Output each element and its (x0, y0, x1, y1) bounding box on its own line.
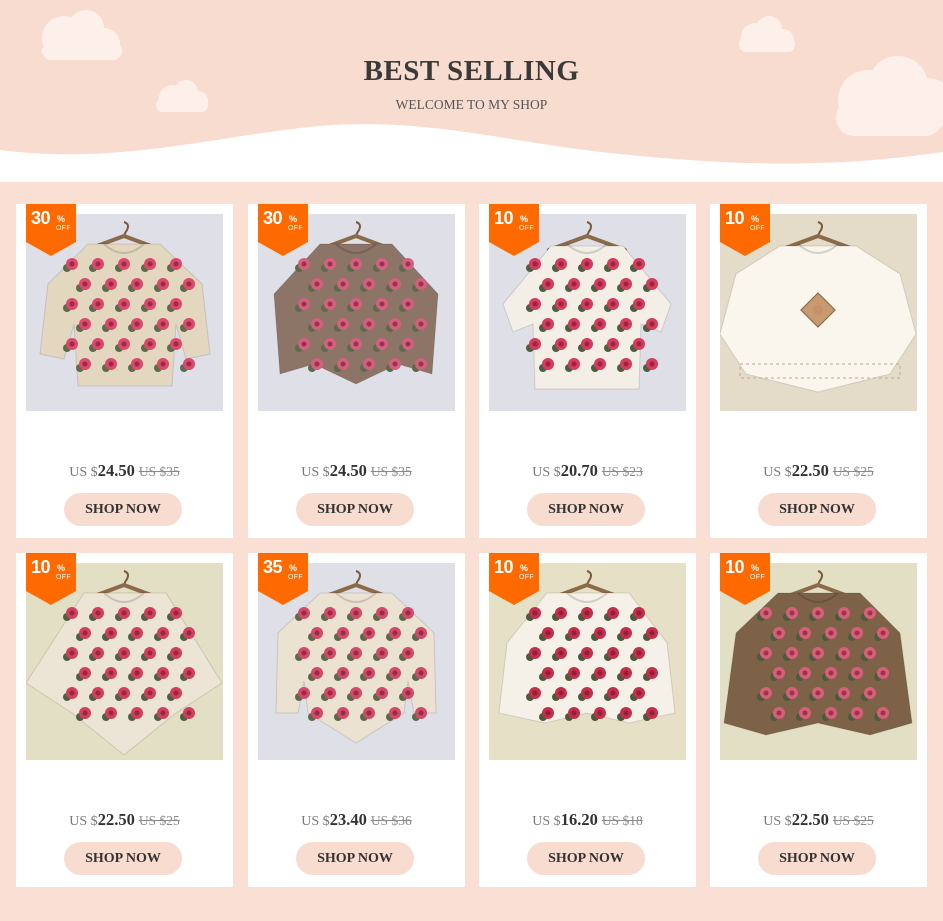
discount-value: 30 (31, 208, 51, 228)
currency-label: US $ (532, 814, 561, 829)
original-price: US $23 (601, 464, 643, 479)
product-card[interactable]: 30% OFF US $24.50 US $35 SHOP NOW (248, 204, 465, 538)
discount-percent-sign: % (751, 563, 760, 573)
product-card[interactable]: 10% OFF US $20.70 US $23 SHOP NOW (479, 204, 696, 538)
discount-percent-sign: % (751, 214, 760, 224)
price-row: US $22.50 US $25 (710, 810, 927, 830)
discount-badge: 35% OFF (258, 553, 308, 605)
sale-price: 24.50 (329, 461, 367, 480)
product-card[interactable]: 10% OFF US $16.20 US $18 SHOP NOW (479, 553, 696, 887)
discount-off-label: OFF (750, 574, 765, 581)
product-card[interactable]: 30% OFF US $24.50 US $35 SHOP NOW (16, 204, 233, 538)
sale-price: 22.50 (791, 461, 829, 480)
sale-price: 24.50 (97, 461, 135, 480)
price-row: US $24.50 US $35 (16, 461, 233, 481)
shop-now-button[interactable]: SHOP NOW (296, 493, 414, 526)
discount-value: 35 (263, 557, 283, 577)
shop-now-button[interactable]: SHOP NOW (527, 493, 645, 526)
price-row: US $16.20 US $18 (479, 810, 696, 830)
sale-price: 23.40 (329, 810, 367, 829)
price-row: US $20.70 US $23 (479, 461, 696, 481)
price-row: US $23.40 US $36 (248, 810, 465, 830)
discount-off-label: OFF (288, 574, 303, 581)
discount-off-label: OFF (750, 225, 765, 232)
currency-label: US $ (763, 465, 792, 480)
shop-now-button[interactable]: SHOP NOW (64, 493, 182, 526)
price-row: US $22.50 US $25 (16, 810, 233, 830)
discount-off-label: OFF (56, 225, 71, 232)
discount-badge: 30% OFF (258, 204, 308, 256)
discount-percent-sign: % (520, 214, 529, 224)
discount-value: 10 (494, 208, 514, 228)
discount-badge: 10% OFF (26, 553, 76, 605)
product-card[interactable]: 35% OFF US $23.40 US $36 SHOP NOW (248, 553, 465, 887)
product-grid: 30% OFF US $24.50 US $35 SHOP NOW 30% OFF US $2… (0, 0, 943, 921)
original-price: US $25 (832, 813, 874, 828)
discount-off-label: OFF (56, 574, 71, 581)
original-price: US $25 (832, 464, 874, 479)
discount-off-label: OFF (519, 574, 534, 581)
price-row: US $22.50 US $25 (710, 461, 927, 481)
currency-label: US $ (69, 814, 98, 829)
discount-off-label: OFF (519, 225, 534, 232)
shop-now-button[interactable]: SHOP NOW (64, 842, 182, 875)
sale-price: 20.70 (560, 461, 598, 480)
shop-now-button[interactable]: SHOP NOW (527, 842, 645, 875)
currency-label: US $ (69, 465, 98, 480)
discount-value: 10 (31, 557, 51, 577)
discount-value: 30 (263, 208, 283, 228)
price-row: US $24.50 US $35 (248, 461, 465, 481)
discount-badge: 10% OFF (720, 204, 770, 256)
discount-value: 10 (725, 208, 745, 228)
discount-percent-sign: % (57, 563, 66, 573)
shop-now-button[interactable]: SHOP NOW (296, 842, 414, 875)
shop-now-button[interactable]: SHOP NOW (758, 493, 876, 526)
sale-price: 22.50 (791, 810, 829, 829)
product-card[interactable]: 10% OFF US $22.50 US $25 SHOP NOW (16, 553, 233, 887)
discount-badge: 10% OFF (720, 553, 770, 605)
original-price: US $36 (370, 813, 412, 828)
currency-label: US $ (301, 465, 330, 480)
currency-label: US $ (763, 814, 792, 829)
discount-percent-sign: % (57, 214, 66, 224)
discount-value: 10 (494, 557, 514, 577)
discount-value: 10 (725, 557, 745, 577)
sale-price: 16.20 (560, 810, 598, 829)
discount-badge: 10% OFF (489, 204, 539, 256)
discount-badge: 10% OFF (489, 553, 539, 605)
shop-now-button[interactable]: SHOP NOW (758, 842, 876, 875)
discount-percent-sign: % (289, 563, 298, 573)
discount-off-label: OFF (288, 225, 303, 232)
product-card[interactable]: 10% OFF US $22.50 US $25 SHOP NOW (710, 553, 927, 887)
discount-percent-sign: % (289, 214, 298, 224)
original-price: US $35 (370, 464, 412, 479)
original-price: US $35 (138, 464, 180, 479)
sale-price: 22.50 (97, 810, 135, 829)
discount-percent-sign: % (520, 563, 529, 573)
discount-badge: 30% OFF (26, 204, 76, 256)
original-price: US $18 (601, 813, 643, 828)
currency-label: US $ (532, 465, 561, 480)
product-card[interactable]: 10% OFF US $22.50 US $25 SHOP NOW (710, 204, 927, 538)
original-price: US $25 (138, 813, 180, 828)
currency-label: US $ (301, 814, 330, 829)
